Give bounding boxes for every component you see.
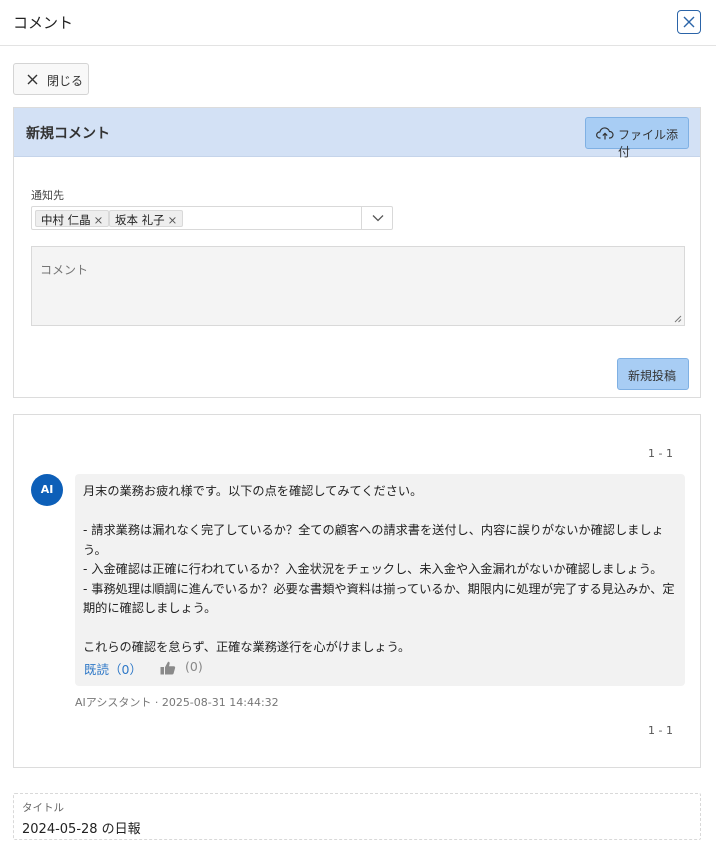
recipient-chip: 中村 仁晶 × bbox=[35, 210, 110, 227]
remove-recipient-icon[interactable]: × bbox=[168, 213, 178, 227]
dialog-header: コメント bbox=[0, 0, 716, 46]
cloud-upload-icon bbox=[596, 127, 614, 140]
comment-list-card: 1 - 1 AI 月末の業務お疲れ様です。以下の点を確認してみてください。 - … bbox=[13, 414, 701, 768]
like-count: (0) bbox=[185, 659, 203, 674]
post-comment-button[interactable]: 新規投稿 bbox=[617, 358, 689, 390]
comment-text: 月末の業務お疲れ様です。以下の点を確認してみてください。 - 請求業務は漏れなく… bbox=[83, 484, 675, 654]
new-comment-header: 新規コメント ファイル添付 bbox=[14, 108, 700, 159]
post-comment-label: 新規投稿 bbox=[628, 369, 677, 383]
attach-file-button[interactable]: ファイル添付 bbox=[585, 117, 689, 159]
recipient-name: 中村 仁晶 bbox=[41, 213, 91, 227]
new-comment-card: 新規コメント ファイル添付 通知先 中村 仁晶× 坂本 礼子× 新規投稿 bbox=[13, 107, 701, 398]
comment-input[interactable] bbox=[31, 246, 685, 326]
comment-bubble: 月末の業務お疲れ様です。以下の点を確認してみてください。 - 請求業務は漏れなく… bbox=[75, 474, 685, 686]
notify-label: 通知先 bbox=[31, 189, 64, 202]
remove-recipient-icon[interactable]: × bbox=[94, 213, 104, 227]
pagination-top: 1 - 1 bbox=[648, 447, 673, 460]
select-divider bbox=[361, 207, 362, 229]
notify-recipients-select[interactable]: 中村 仁晶 × 坂本 礼子 × bbox=[31, 206, 393, 230]
recipient-name: 坂本 礼子 bbox=[115, 213, 165, 227]
comment-meta: AIアシスタント · 2025-08-31 14:44:32 bbox=[75, 696, 279, 709]
dialog-close-button[interactable] bbox=[677, 10, 701, 34]
close-button-label: 閉じる bbox=[47, 74, 84, 88]
recipient-chip: 坂本 礼子 × bbox=[109, 210, 184, 227]
close-icon bbox=[683, 16, 695, 28]
avatar: AI bbox=[31, 474, 63, 506]
chevron-down-icon[interactable] bbox=[372, 214, 384, 222]
new-comment-title: 新規コメント bbox=[26, 126, 110, 142]
read-count-link[interactable]: 既読（0） bbox=[84, 659, 142, 678]
close-icon bbox=[27, 74, 38, 85]
resize-handle-icon[interactable] bbox=[674, 315, 682, 323]
thumbs-up-icon[interactable] bbox=[160, 661, 176, 675]
title-field: タイトル 2024-05-28 の日報 bbox=[13, 793, 701, 840]
dialog-title: コメント bbox=[13, 14, 74, 32]
title-value: 2024-05-28 の日報 bbox=[22, 822, 141, 837]
pagination-bottom: 1 - 1 bbox=[648, 724, 673, 737]
title-label: タイトル bbox=[22, 802, 64, 814]
close-button[interactable]: 閉じる bbox=[13, 63, 89, 95]
attach-file-label: ファイル添付 bbox=[618, 128, 679, 159]
